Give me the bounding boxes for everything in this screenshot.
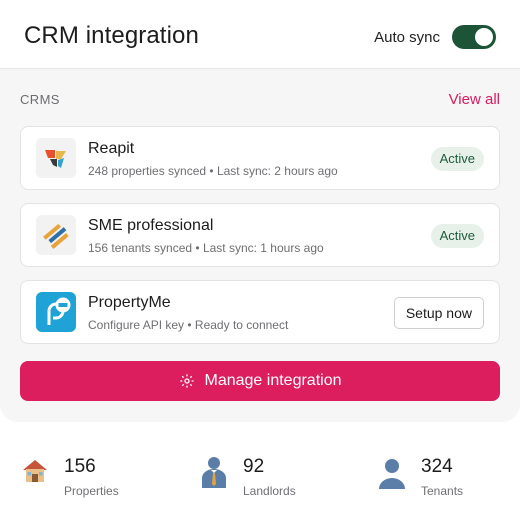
manage-integration-label: Manage integration xyxy=(204,372,342,389)
section-title: CRMS xyxy=(20,92,60,107)
crm-name: PropertyMe xyxy=(88,294,171,311)
stat-value: 324 xyxy=(421,456,453,477)
crm-name: Reapit xyxy=(88,140,135,157)
toggle-knob xyxy=(475,28,493,46)
stat-label: Properties xyxy=(64,484,119,498)
landlord-icon xyxy=(199,456,229,490)
page-title: CRM integration xyxy=(24,22,199,49)
propertyme-logo-icon xyxy=(36,292,76,332)
stats-row: 156 Properties 92 Landlords 324 Tenants xyxy=(0,450,520,510)
autosync-control: Auto sync xyxy=(374,25,496,49)
tenant-icon xyxy=(377,456,407,490)
stat-value: 92 xyxy=(243,456,265,477)
crm-name: SME professional xyxy=(88,217,214,234)
header: CRM integration Auto sync xyxy=(0,0,520,69)
reapit-logo-icon xyxy=(36,138,76,178)
house-icon xyxy=(20,456,50,490)
gear-icon xyxy=(179,373,195,389)
crm-meta: 156 tenants synced • Last sync: 1 hours … xyxy=(88,241,324,255)
setup-now-button[interactable]: Setup now xyxy=(393,297,484,329)
crm-meta: Configure API key • Ready to connect xyxy=(88,318,289,332)
view-all-link[interactable]: View all xyxy=(449,91,500,108)
crm-meta: 248 properties synced • Last sync: 2 hou… xyxy=(88,164,338,178)
sme-logo-icon xyxy=(36,215,76,255)
stat-tenants: 324 Tenants xyxy=(377,450,517,500)
status-badge: Active xyxy=(430,147,484,171)
crm-card-reapit[interactable]: Reapit 248 properties synced • Last sync… xyxy=(20,126,500,190)
stat-value: 156 xyxy=(64,456,96,477)
autosync-label: Auto sync xyxy=(374,28,440,46)
manage-integration-button[interactable]: Manage integration xyxy=(20,361,500,401)
stat-label: Landlords xyxy=(243,484,296,498)
stat-properties: 156 Properties xyxy=(20,450,160,500)
crm-card-sme[interactable]: SME professional 156 tenants synced • La… xyxy=(20,203,500,267)
stat-label: Tenants xyxy=(421,484,464,498)
stat-landlords: 92 Landlords xyxy=(199,450,339,500)
autosync-toggle[interactable] xyxy=(452,25,496,49)
status-badge: Active xyxy=(430,224,484,248)
crm-card-propertyme[interactable]: PropertyMe Configure API key • Ready to … xyxy=(20,280,500,344)
